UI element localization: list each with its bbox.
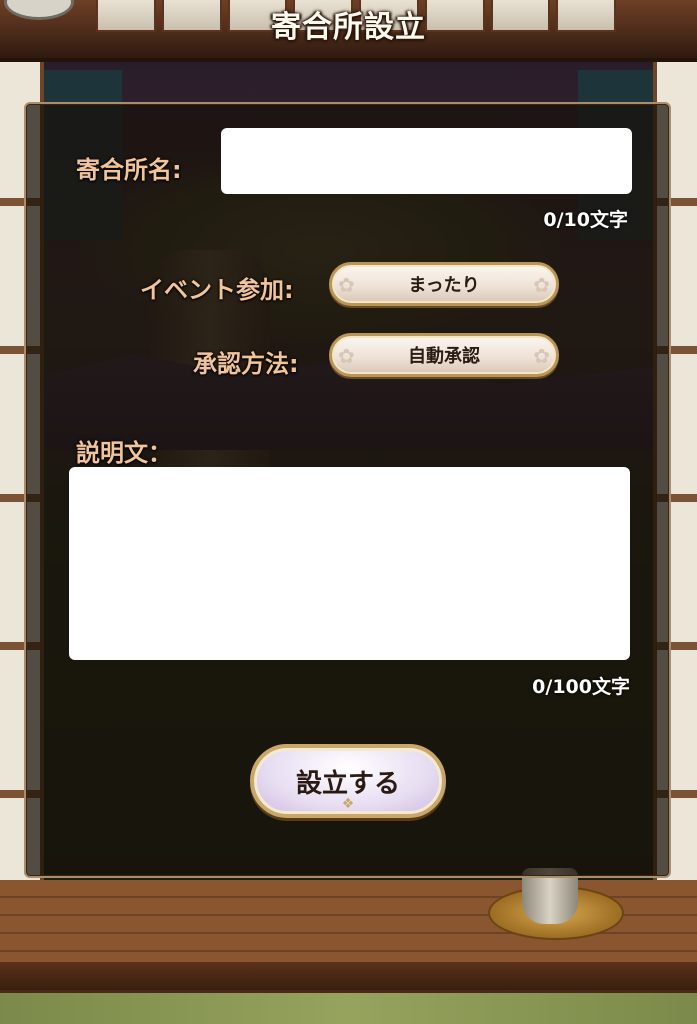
event-label: イベント参加: <box>140 276 294 304</box>
establish-button[interactable]: 設立する ❖ <box>250 744 446 818</box>
top-beam: 寄合所設立 <box>0 0 697 62</box>
tatami-mat <box>0 990 697 1024</box>
approval-label: 承認方法: <box>193 350 299 378</box>
approval-select-button[interactable]: ✿ 自動承認 ✿ <box>329 333 559 377</box>
name-char-count: 0/10文字 <box>543 209 628 231</box>
floor-beam <box>0 962 697 990</box>
event-select-value: まったり <box>408 275 480 296</box>
cherry-blossom-icon: ✿ <box>533 273 550 297</box>
description-label: 説明文： <box>76 439 172 467</box>
description-textarea[interactable] <box>69 467 630 660</box>
crest-ornament-icon: ❖ <box>341 796 355 812</box>
cherry-blossom-icon: ✿ <box>533 344 550 368</box>
approval-select-value: 自動承認 <box>408 346 480 367</box>
page-title: 寄合所設立 <box>271 10 426 45</box>
cherry-blossom-icon: ✿ <box>338 344 355 368</box>
description-char-count: 0/100文字 <box>532 676 630 698</box>
event-select-button[interactable]: ✿ まったり ✿ <box>329 262 559 306</box>
name-input[interactable] <box>221 128 632 194</box>
name-label: 寄合所名: <box>76 156 182 184</box>
cherry-blossom-icon: ✿ <box>338 273 355 297</box>
establish-button-label: 設立する <box>295 768 400 799</box>
